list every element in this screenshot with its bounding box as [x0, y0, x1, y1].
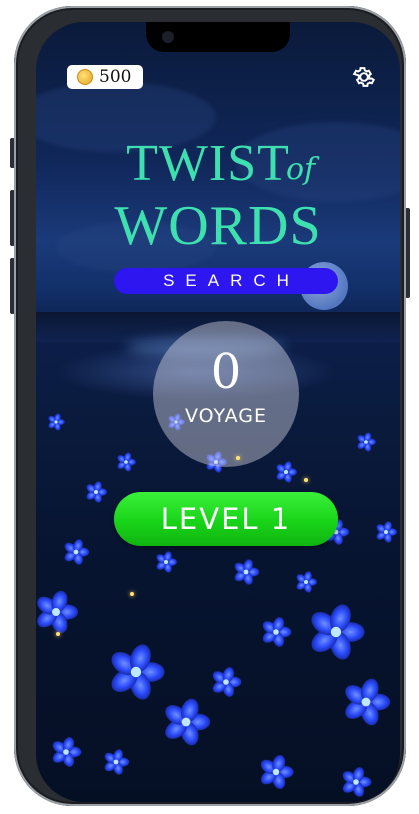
game-screen: 500 TWIST of WORDS SEARCH 0 VOYAGE LEVEL…	[36, 22, 400, 802]
flower-icon	[212, 667, 242, 697]
camera-icon	[162, 31, 174, 43]
flower-icon	[104, 749, 130, 775]
gear-icon[interactable]	[351, 64, 377, 90]
coin-icon	[77, 69, 93, 85]
flower-icon	[165, 698, 211, 746]
phone-frame: 500 TWIST of WORDS SEARCH 0 VOYAGE LEVEL…	[14, 6, 406, 806]
flower-icon	[311, 604, 365, 660]
coin-count: 500	[99, 67, 132, 87]
flower-icon	[64, 539, 90, 565]
flower-icon	[376, 521, 397, 543]
flower-icon	[276, 461, 297, 483]
voyage-label: VOYAGE	[184, 405, 268, 427]
level-button[interactable]: LEVEL 1	[114, 492, 338, 546]
title-words: WORDS	[114, 195, 322, 257]
firefly	[56, 632, 60, 636]
flower-icon	[296, 571, 317, 593]
voyage-count: 0	[210, 344, 242, 400]
notch	[146, 22, 290, 52]
title-twist: TWIST	[126, 135, 290, 192]
flower-icon	[48, 413, 65, 431]
flower-icon	[234, 559, 260, 585]
title-of: of	[286, 152, 316, 187]
flower-icon	[52, 737, 82, 767]
coin-counter[interactable]: 500	[67, 65, 143, 89]
firefly	[236, 456, 240, 460]
flower-icon	[260, 755, 294, 789]
flower-icon	[262, 617, 292, 647]
flower-icon	[357, 432, 376, 452]
flower-icon	[345, 678, 391, 726]
search-button[interactable]: SEARCH	[114, 268, 338, 294]
flower-icon	[86, 481, 107, 503]
level-label: LEVEL 1	[160, 502, 292, 536]
flower-icon	[156, 551, 177, 573]
flower-icon	[111, 644, 165, 700]
flower-icon	[37, 590, 78, 634]
firefly	[304, 478, 308, 482]
flower-icon	[342, 767, 372, 797]
flower-icon	[117, 452, 136, 472]
firefly	[130, 592, 134, 596]
search-label: SEARCH	[163, 271, 300, 290]
